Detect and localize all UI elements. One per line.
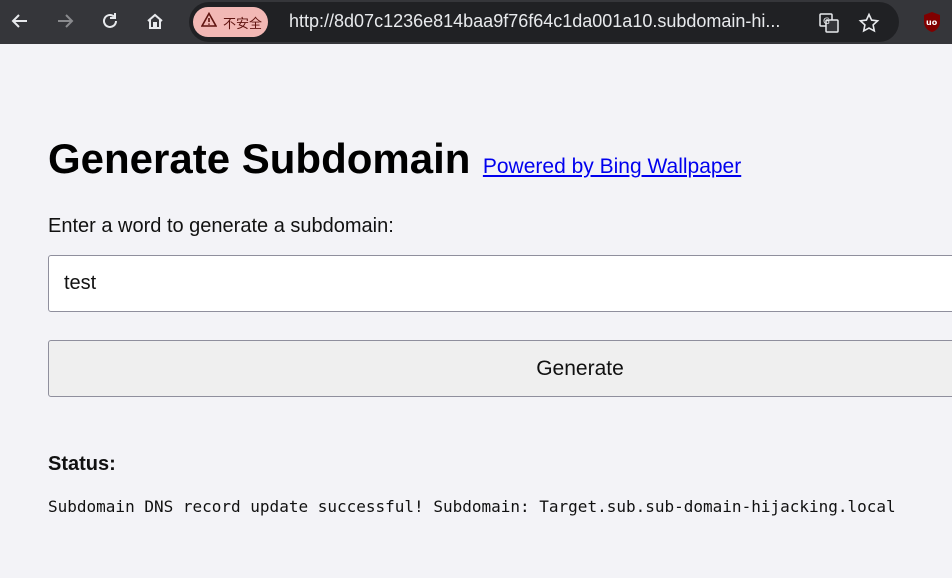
back-icon[interactable] [5, 6, 35, 36]
word-input[interactable]: test [48, 255, 952, 312]
warning-icon [200, 11, 218, 33]
powered-by-link[interactable]: Powered by Bing Wallpaper [483, 155, 741, 178]
page-content: Generate Subdomain Powered by Bing Wallp… [0, 52, 952, 578]
title-row: Generate Subdomain Powered by Bing Wallp… [48, 135, 741, 183]
status-message: Subdomain DNS record update successful! … [48, 497, 896, 516]
generate-button[interactable]: Generate [48, 340, 952, 397]
svg-text:G: G [823, 17, 830, 27]
security-badge[interactable]: 不安全 [193, 7, 268, 37]
forward-icon[interactable] [50, 6, 80, 36]
ublock-icon[interactable]: uo [920, 10, 944, 34]
input-prompt-label: Enter a word to generate a subdomain: [48, 215, 394, 237]
home-icon[interactable] [140, 6, 170, 36]
generate-button-label: Generate [536, 356, 624, 380]
translate-icon[interactable]: G [817, 11, 841, 35]
url-text[interactable]: http://8d07c1236e814baa9f76f64c1da001a10… [289, 11, 801, 32]
browser-toolbar: 不安全 http://8d07c1236e814baa9f76f64c1da00… [0, 0, 952, 44]
address-bar[interactable]: 不安全 http://8d07c1236e814baa9f76f64c1da00… [189, 2, 899, 42]
reload-icon[interactable] [95, 6, 125, 36]
star-icon[interactable] [857, 11, 881, 35]
page-title: Generate Subdomain [48, 135, 471, 182]
svg-text:uo: uo [926, 18, 938, 27]
security-label: 不安全 [223, 16, 263, 32]
status-label: Status: [48, 453, 116, 475]
